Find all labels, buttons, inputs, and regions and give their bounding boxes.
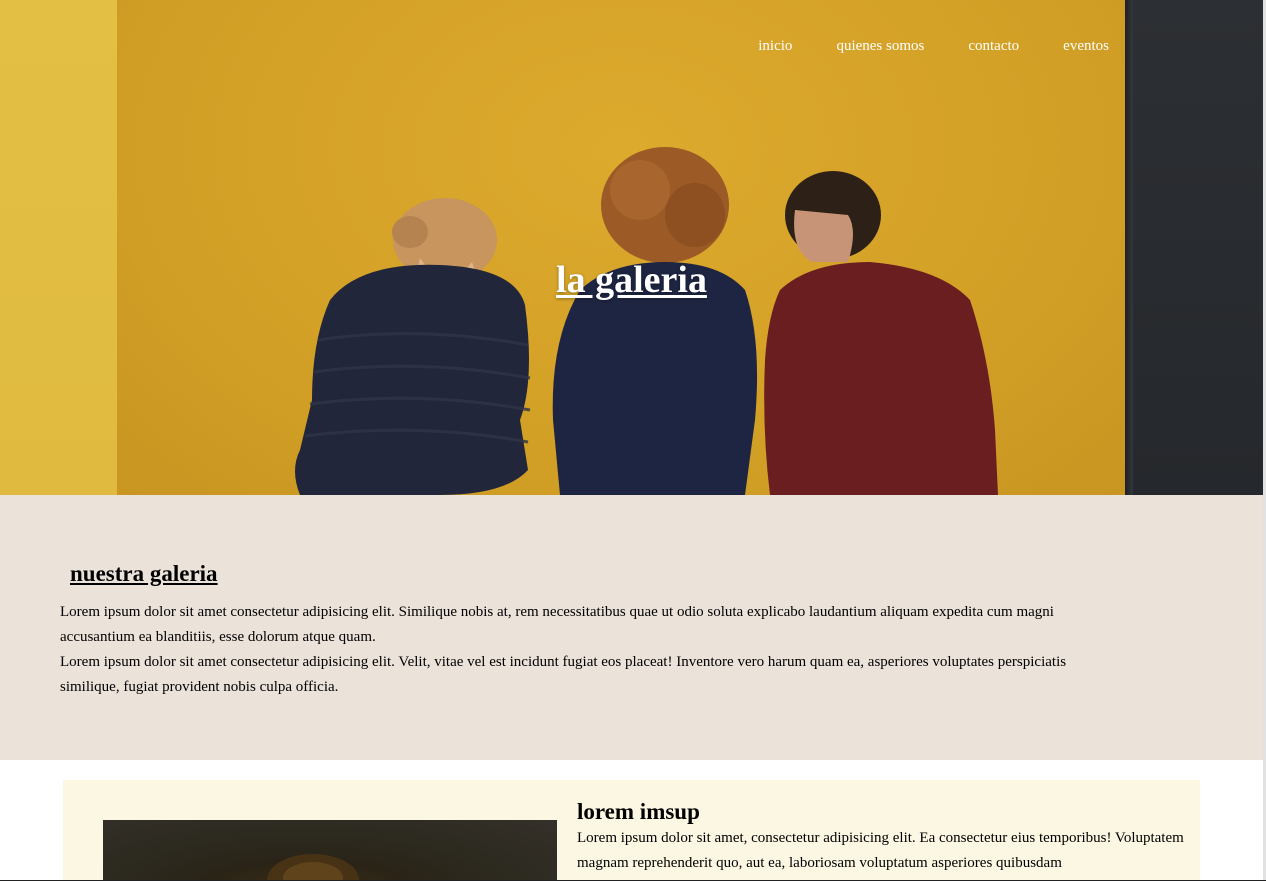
card-image <box>103 820 557 880</box>
nav-link-inicio[interactable]: inicio <box>758 38 792 55</box>
hero-section: inicio quienes somos contacto eventos la… <box>0 0 1263 495</box>
hero-photo <box>295 147 998 495</box>
card-title: lorem imsup <box>577 799 700 824</box>
about-section: nuestra galeria Lorem ipsum dolor sit am… <box>0 495 1263 760</box>
about-paragraph: Lorem ipsum dolor sit amet consectetur a… <box>60 604 1054 645</box>
person-right <box>764 171 998 495</box>
about-paragraph: Lorem ipsum dolor sit amet consectetur a… <box>60 654 1067 695</box>
card-image-art <box>267 854 359 880</box>
gallery-card: lorem imsup Lorem ipsum dolor sit amet, … <box>63 780 1200 880</box>
person-middle <box>552 147 758 495</box>
card-text: Lorem ipsum dolor sit amet, consectetur … <box>577 830 1184 871</box>
nav-link-eventos[interactable]: eventos <box>1063 38 1109 55</box>
about-heading: nuestra galeria <box>70 561 218 586</box>
about-text: Lorem ipsum dolor sit amet consectetur a… <box>60 600 1100 700</box>
person-left <box>295 198 531 495</box>
nav-link-quienes-somos[interactable]: quienes somos <box>836 38 924 55</box>
nav-link-contacto[interactable]: contacto <box>968 38 1019 55</box>
main-nav: inicio quienes somos contacto eventos <box>714 38 1109 55</box>
page: inicio quienes somos contacto eventos la… <box>0 0 1266 881</box>
hero-title: la galeria <box>556 259 707 301</box>
